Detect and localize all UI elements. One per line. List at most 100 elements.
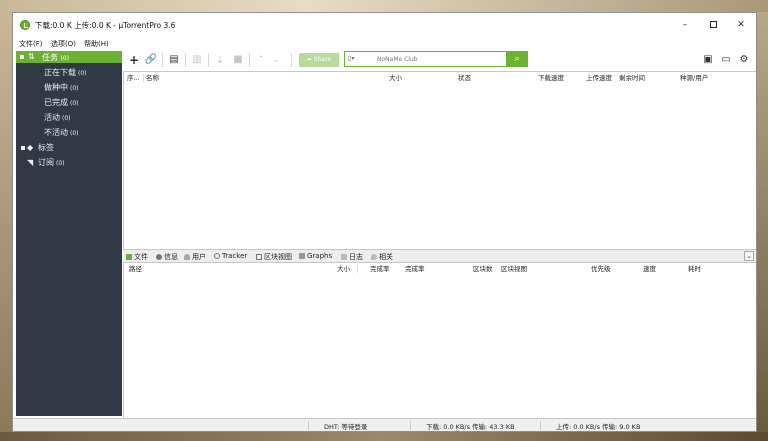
share-button[interactable]: ➦ Share	[299, 53, 339, 67]
download-status[interactable]: 下载: 0.0 KB/s 传输: 43.3 KB	[426, 421, 515, 431]
col-header-done[interactable]: 完成率	[370, 263, 390, 275]
tab-graphs[interactable]: Graphs	[299, 252, 332, 260]
labels-expand-toggle-icon[interactable]	[21, 146, 25, 150]
col-header-time[interactable]: 耗时	[688, 263, 701, 275]
sidebar-item-seeding[interactable]: 做种中 (0)	[44, 82, 79, 93]
move-down-button[interactable]: ⌄	[268, 52, 284, 68]
col-header-eta[interactable]: 剩余时间	[619, 72, 645, 84]
col-header-name[interactable]: 名称	[146, 72, 159, 84]
collapse-toggle-icon[interactable]	[20, 55, 24, 59]
sidebar-item-tasks[interactable]: ⇅ 任务 (0)	[16, 51, 122, 63]
status-separator	[540, 421, 541, 430]
menu-options[interactable]: 选项(O)	[51, 39, 76, 49]
close-button[interactable]: ✕	[729, 17, 753, 33]
sidebar-item-tasks-text: 任务 (0)	[42, 52, 69, 63]
remove-button[interactable]: ▥	[189, 52, 205, 68]
create-torrent-button[interactable]: ▤	[166, 52, 182, 68]
tab-files[interactable]: 文件	[126, 252, 148, 262]
expand-details-button[interactable]: ⌄	[744, 251, 754, 261]
category-sidebar: ⇅ 任务 (0) 正在下载 (0) 做种中 (0) 已完成 (0) 活动 (0) 不活动…	[16, 51, 122, 416]
col-header-done-2[interactable]: 完成率	[405, 263, 425, 275]
detail-tabs: 文件 信息 用户 Tracker 区块视图 Graphs 日志 相关 ⌄	[123, 249, 756, 263]
sidebar-item-label: 已完成	[44, 98, 68, 107]
graph-icon	[299, 252, 305, 259]
upload-status[interactable]: 上传: 0.0 KB/s 传输: 9.0 KB	[556, 421, 640, 431]
start-download-button[interactable]: ⤓	[212, 52, 228, 68]
sidebar-item-count: (0)	[70, 85, 79, 92]
info-icon	[156, 253, 162, 260]
sidebar-item-label: 活动	[44, 113, 60, 122]
sidebar-item-label: 正在下载	[44, 68, 76, 77]
desktop-background-left	[0, 12, 12, 432]
desktop-background-bottom	[0, 432, 768, 441]
monitor-icon: ▭	[721, 54, 731, 65]
tab-pieces[interactable]: 区块视图	[256, 252, 292, 262]
tab-peers[interactable]: 用户	[184, 252, 206, 262]
sidebar-item-feeds[interactable]: 订阅 (0)	[38, 157, 65, 168]
col-header-size[interactable]: 大小	[389, 72, 402, 84]
search-input[interactable]	[377, 53, 505, 65]
desktop-background-right	[757, 12, 768, 432]
minimize-button[interactable]: –	[673, 17, 697, 33]
col-header-pieces-view[interactable]: 区块视图	[501, 263, 527, 275]
title-bar[interactable]: 下载:0.0 K 上传:0.0 K - µTorrentPro 3.6 – ✕	[13, 13, 756, 37]
maximize-icon	[709, 21, 717, 28]
sidebar-item-active[interactable]: 活动 (0)	[44, 112, 71, 123]
col-header-size[interactable]: 大小	[337, 263, 350, 275]
sidebar-item-downloading[interactable]: 正在下载 (0)	[44, 67, 87, 78]
menu-bar: 文件(F) 选项(O) 帮助(H)	[13, 37, 756, 49]
pieces-icon	[256, 253, 262, 260]
tab-related[interactable]: 相关	[371, 252, 393, 262]
col-header-index[interactable]: 序...	[127, 72, 140, 84]
log-icon	[341, 253, 347, 260]
stop-button[interactable]: ■	[230, 52, 246, 68]
col-header-up-speed[interactable]: 上传速度	[586, 72, 612, 84]
sidebar-item-label: 不活动	[44, 128, 68, 137]
tab-logger[interactable]: 日志	[341, 252, 363, 262]
col-header-priority[interactable]: 优先级	[591, 263, 611, 275]
sidebar-item-label: 订阅	[38, 158, 54, 167]
add-torrent-button[interactable]: +	[126, 52, 142, 68]
rss-feed-icon: ◥	[27, 158, 34, 167]
column-divider[interactable]	[143, 74, 144, 82]
sidebar-item-labels[interactable]: 标签	[38, 142, 54, 153]
col-header-speed[interactable]: 速度	[643, 263, 656, 275]
col-header-pieces-count[interactable]: 区块数	[473, 263, 493, 275]
search-icon: ⌕	[514, 54, 520, 64]
torrent-list[interactable]: 序... 名称 大小 状态 下载速度 上传速度 剩余时间 种源/用户	[123, 71, 756, 249]
status-bar: DHT: 等待登录 下载: 0.0 KB/s 传输: 43.3 KB 上传: 0…	[13, 418, 756, 431]
maximize-button[interactable]	[701, 17, 725, 33]
file-list[interactable]: 路径 大小 完成率 完成率 区块数 区块视图 优先级 速度 耗时	[123, 263, 756, 418]
col-header-down-speed[interactable]: 下载速度	[538, 72, 564, 84]
add-url-button[interactable]: 🔗	[143, 52, 159, 68]
col-header-path[interactable]: 路径	[129, 263, 142, 275]
share-icon: ➦	[306, 56, 312, 63]
chevron-up-icon: ⌃	[257, 55, 265, 65]
tab-tracker[interactable]: Tracker	[214, 252, 247, 260]
move-up-button[interactable]: ⌃	[253, 52, 269, 68]
users-icon	[184, 253, 190, 260]
remote-button[interactable]: ▭	[719, 52, 733, 68]
sidebar-item-inactive[interactable]: 不活动 (0)	[44, 127, 79, 138]
col-header-seeds-peers[interactable]: 种源/用户	[680, 72, 708, 84]
chat-button[interactable]: ▣	[701, 52, 715, 68]
sidebar-item-count: (0)	[70, 100, 79, 107]
search-button[interactable]: ⌕	[506, 51, 528, 67]
tab-info[interactable]: 信息	[156, 252, 178, 262]
tab-label: Graphs	[307, 252, 333, 260]
settings-button[interactable]: ⚙	[737, 52, 751, 68]
sidebar-item-count: (0)	[62, 115, 71, 122]
toolbar-separator	[208, 53, 209, 67]
menu-help[interactable]: 帮助(H)	[84, 39, 109, 49]
col-header-status[interactable]: 状态	[458, 72, 471, 84]
desktop-background-top	[0, 0, 768, 12]
menu-file[interactable]: 文件(F)	[19, 39, 43, 49]
search-provider-dropdown[interactable]: ▯▾	[348, 55, 354, 62]
sidebar-item-completed[interactable]: 已完成 (0)	[44, 97, 79, 108]
dht-status[interactable]: DHT: 等待登录	[324, 421, 367, 431]
toolbar-separator	[249, 53, 250, 67]
tab-label: 日志	[349, 253, 363, 261]
window-title: 下载:0.0 K 上传:0.0 K - µTorrentPro 3.6	[35, 21, 176, 30]
tab-label: 用户	[192, 253, 206, 261]
column-divider[interactable]	[357, 265, 358, 273]
